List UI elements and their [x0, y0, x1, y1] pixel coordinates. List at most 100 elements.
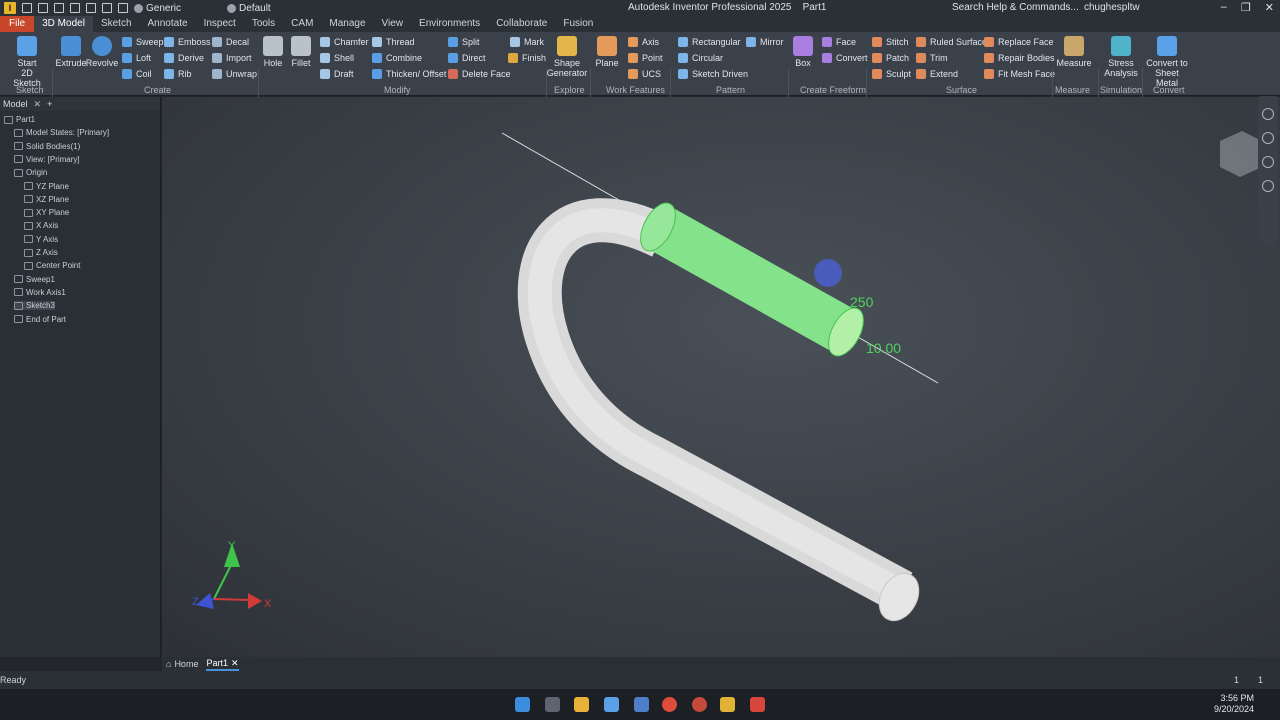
emboss-button[interactable]: Emboss [164, 37, 211, 47]
thread-button[interactable]: Thread [372, 37, 415, 47]
style-combo[interactable]: Generic [134, 3, 181, 14]
browser-item[interactable]: Center Point [24, 261, 80, 270]
restore-icon[interactable]: ❐ [1241, 1, 1251, 14]
revolve-button[interactable]: Revolve [86, 36, 118, 68]
menu-tab-cam[interactable]: CAM [283, 16, 321, 32]
browser-tab-model[interactable]: Model [3, 99, 28, 109]
thicken-offset-button[interactable]: Thicken/ Offset [372, 69, 446, 79]
search-help-field[interactable]: Search Help & Commands... [952, 2, 1079, 13]
sketch-driven-pattern-button[interactable]: Sketch Driven [678, 69, 748, 79]
start-2d-sketch-button[interactable]: Start 2D Sketch [8, 36, 46, 88]
browser-item[interactable]: Y Axis [24, 235, 58, 244]
browser-item[interactable]: YZ Plane [24, 182, 69, 191]
mark-button[interactable]: Mark [510, 37, 544, 47]
new-icon[interactable] [22, 3, 32, 13]
inventor-taskbar-icon[interactable] [720, 697, 735, 712]
loft-button[interactable]: Loft [122, 53, 151, 63]
rectangular-pattern-button[interactable]: Rectangular [678, 37, 741, 47]
coil-button[interactable]: Coil [122, 69, 152, 79]
delete-face-button[interactable]: Delete Face [448, 69, 511, 79]
stitch-button[interactable]: Stitch [872, 37, 909, 47]
draft-button[interactable]: Draft [320, 69, 354, 79]
browser-item[interactable]: Work Axis1 [14, 288, 66, 297]
zoom-icon[interactable] [1262, 156, 1274, 168]
mirror-button[interactable]: Mirror [746, 37, 784, 47]
circular-pattern-button[interactable]: Circular [678, 53, 723, 63]
finish-button[interactable]: Finish [508, 53, 546, 63]
browser-item[interactable]: XZ Plane [24, 195, 69, 204]
measure-button[interactable]: Measure [1056, 36, 1092, 68]
file-explorer-icon[interactable] [574, 697, 589, 712]
combine-button[interactable]: Combine [372, 53, 422, 63]
view-cube-icon[interactable] [1220, 131, 1262, 177]
stress-analysis-button[interactable]: Stress Analysis [1102, 36, 1140, 78]
browser-item[interactable]: View: [Primary] [14, 155, 80, 164]
repair-bodies-button[interactable]: Repair Bodies [984, 53, 1055, 63]
patch-button[interactable]: Patch [872, 53, 909, 63]
browser-item[interactable]: XY Plane [24, 208, 69, 217]
chrome-icon[interactable] [662, 697, 677, 712]
clock[interactable]: 3:56 PM 9/20/2024 [1214, 693, 1254, 715]
trim-button[interactable]: Trim [916, 53, 948, 63]
home-icon[interactable] [102, 3, 112, 13]
sculpt-button[interactable]: Sculpt [872, 69, 911, 79]
convert-freeform-button[interactable]: Convert [822, 53, 868, 63]
ucs-button[interactable]: UCS [628, 69, 661, 79]
browser-item[interactable]: Z Axis [24, 248, 58, 257]
add-browser-icon[interactable]: + [47, 99, 52, 109]
length-dimension[interactable]: 250 [850, 294, 874, 310]
browser-item[interactable]: X Axis [24, 221, 58, 230]
graphics-viewport[interactable]: 250 10.00 Y X Z [162, 97, 1280, 657]
import-button[interactable]: Import [212, 53, 252, 63]
sweep-button[interactable]: Sweep [122, 37, 164, 47]
menu-tab-view[interactable]: View [374, 16, 412, 32]
pan-icon[interactable] [1262, 132, 1274, 144]
undo-icon[interactable] [70, 3, 80, 13]
menu-tab-environments[interactable]: Environments [411, 16, 488, 32]
teams-icon[interactable] [634, 697, 649, 712]
redo-icon[interactable] [86, 3, 96, 13]
extrude-button[interactable]: Extrude [55, 36, 87, 68]
close-tab-icon[interactable]: ✕ [231, 658, 239, 669]
replace-face-button[interactable]: Replace Face [984, 37, 1054, 47]
fillet-button[interactable]: Fillet [288, 36, 314, 68]
menu-tab-manage[interactable]: Manage [321, 16, 373, 32]
plane-button[interactable]: Plane [594, 36, 620, 68]
browser-item[interactable]: Sketch3 [14, 301, 55, 311]
app-s-icon[interactable] [750, 697, 765, 712]
menu-tab-tools[interactable]: Tools [244, 16, 283, 32]
chrome-profile-icon[interactable] [692, 697, 707, 712]
chamfer-button[interactable]: Chamfer [320, 37, 369, 47]
diameter-dimension[interactable]: 10.00 [866, 340, 901, 356]
direct-button[interactable]: Direct [448, 53, 486, 63]
start-menu-icon[interactable] [515, 697, 530, 712]
fit-mesh-face-button[interactable]: Fit Mesh Face [984, 69, 1055, 79]
print-icon[interactable] [118, 3, 128, 13]
minimize-icon[interactable]: – [1221, 1, 1227, 14]
ruled-surface-button[interactable]: Ruled Surface [916, 37, 987, 47]
menu-tab-sketch[interactable]: Sketch [93, 16, 140, 32]
menu-tab-3d-model[interactable]: 3D Model [34, 16, 93, 32]
appearance-combo[interactable]: Default [227, 3, 271, 14]
rib-button[interactable]: Rib [164, 69, 192, 79]
home-tab[interactable]: ⌂ Home [166, 659, 198, 669]
point-button[interactable]: Point [628, 53, 663, 63]
manipulator-handle[interactable] [814, 259, 842, 287]
extend-button[interactable]: Extend [916, 69, 958, 79]
hole-button[interactable]: Hole [262, 36, 284, 68]
menu-tab-annotate[interactable]: Annotate [140, 16, 196, 32]
menu-tab-fusion[interactable]: Fusion [555, 16, 601, 32]
shell-button[interactable]: Shell [320, 53, 354, 63]
axis-button[interactable]: Axis [628, 37, 659, 47]
close-browser-icon[interactable]: ✕ [34, 99, 42, 110]
box-freeform-button[interactable]: Box [792, 36, 814, 68]
save-icon[interactable] [54, 3, 64, 13]
part1-tab[interactable]: Part1 ✕ [206, 658, 239, 671]
decal-button[interactable]: Decal [212, 37, 249, 47]
browser-item[interactable]: Sweep1 [14, 275, 55, 284]
orbit-icon[interactable] [1262, 180, 1274, 192]
face-freeform-button[interactable]: Face [822, 37, 856, 47]
browser-item[interactable]: End of Part [14, 315, 66, 324]
store-icon[interactable] [604, 697, 619, 712]
split-button[interactable]: Split [448, 37, 480, 47]
